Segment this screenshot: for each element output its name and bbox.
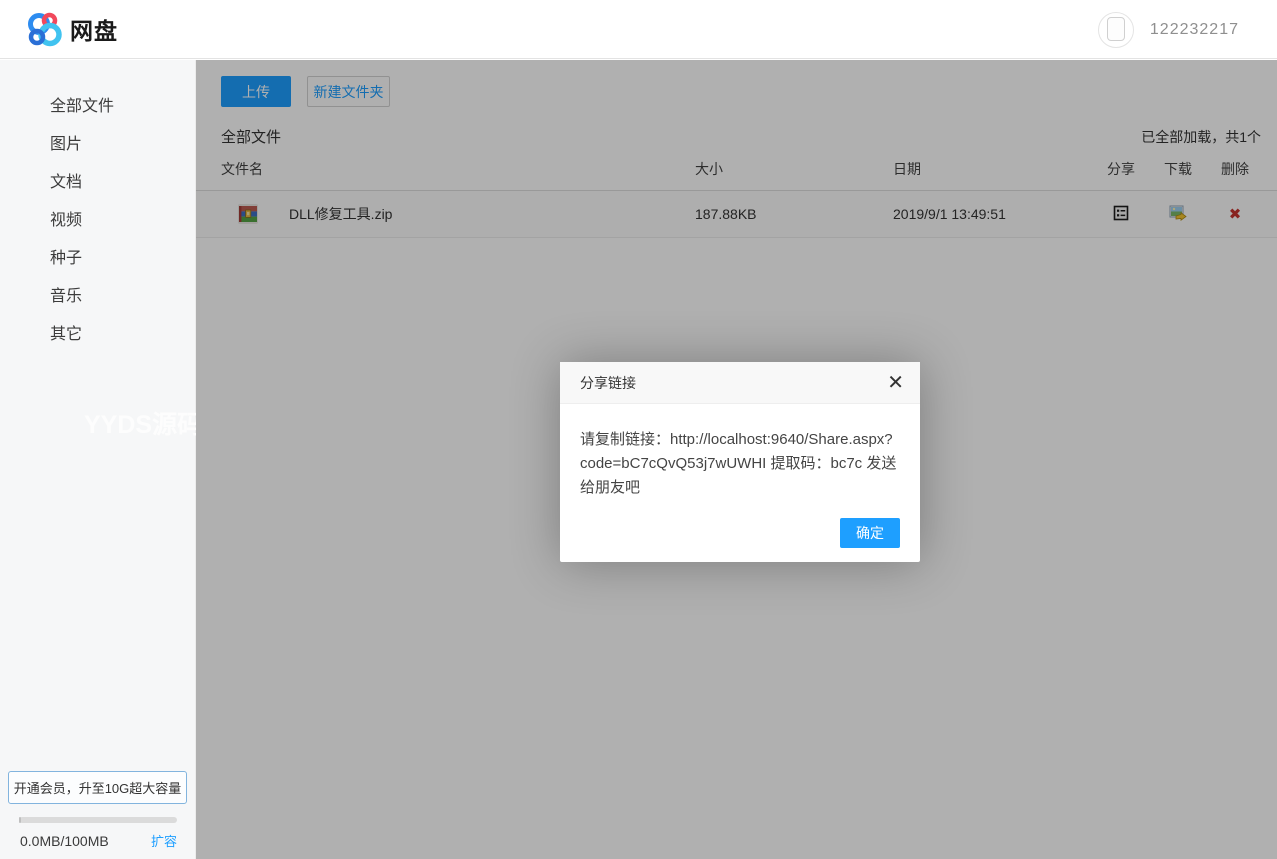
sidebar-item-videos[interactable]: 视频	[0, 202, 195, 240]
expand-storage-link[interactable]: 扩容	[151, 831, 177, 850]
app-title: 网盘	[70, 18, 118, 44]
close-icon[interactable]: ✕	[887, 373, 904, 393]
netdisk-logo-icon	[28, 12, 62, 47]
header-user-area: 122232217	[1097, 0, 1239, 59]
sidebar-item-torrents[interactable]: 种子	[0, 240, 195, 278]
modal-footer: 确定	[560, 500, 920, 562]
netdisk-app: 网盘 122232217 全部文件 图片 文档 视频 种子 音乐 其它 YYDS…	[0, 0, 1277, 859]
avatar[interactable]	[1097, 11, 1134, 48]
sidebar-item-music[interactable]: 音乐	[0, 278, 195, 316]
share-link-modal: 分享链接 ✕ 请复制链接：http://localhost:9640/Share…	[560, 362, 920, 562]
sidebar-menu: 全部文件 图片 文档 视频 种子 音乐 其它	[0, 60, 195, 354]
sidebar-item-images[interactable]: 图片	[0, 126, 195, 164]
broken-image-icon	[1106, 16, 1125, 41]
brand: 网盘	[26, 11, 118, 47]
modal-body-text: 请复制链接：http://localhost:9640/Share.aspx?c…	[580, 431, 897, 496]
ok-button[interactable]: 确定	[840, 518, 900, 548]
storage-usage-text: 0.0MB/100MB	[20, 833, 109, 849]
modal-header: 分享链接 ✕	[560, 362, 920, 404]
sidebar: 全部文件 图片 文档 视频 种子 音乐 其它 YYDS源码网 开通会员，升至10…	[0, 60, 227, 859]
modal-title: 分享链接	[580, 374, 636, 391]
username: 122232217	[1149, 20, 1239, 38]
storage-quota-row: 0.0MB/100MB 扩容	[20, 831, 177, 850]
storage-progress-bar	[19, 817, 177, 823]
sidebar-item-documents[interactable]: 文档	[0, 164, 195, 202]
sidebar-item-others[interactable]: 其它	[0, 316, 195, 354]
sidebar-item-all-files[interactable]: 全部文件	[0, 88, 195, 126]
top-header: 网盘 122232217	[0, 0, 1277, 59]
storage-progress-fill	[19, 817, 21, 823]
vip-upgrade-button[interactable]: 开通会员，升至10G超大容量	[8, 771, 187, 804]
